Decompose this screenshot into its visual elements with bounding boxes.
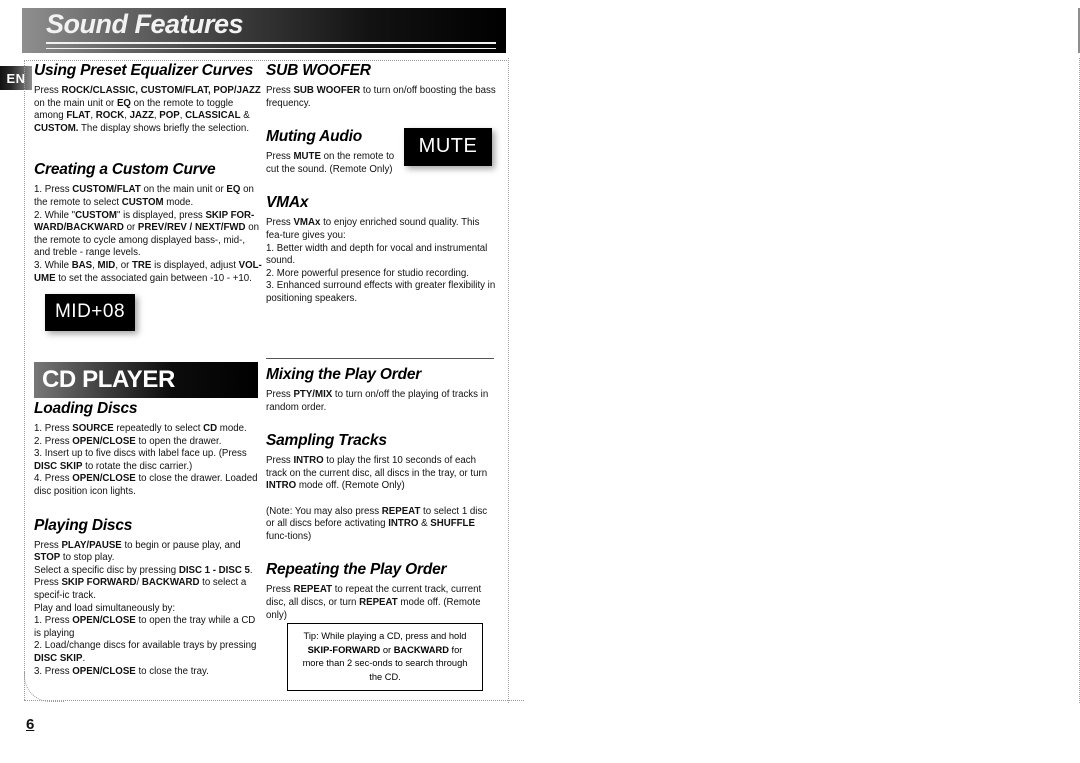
text-creating-a-custom-curve: 1. Press CUSTOM/FLAT on the main unit or… <box>34 184 262 284</box>
left-page: Sound Features EN Using Preset Equalizer… <box>0 0 528 763</box>
page-number-left: 6 <box>26 716 35 733</box>
heading-repeating-the-play-order: Repeating the Play Order <box>266 561 447 579</box>
heading-sampling-tracks: Sampling Tracks <box>266 432 387 450</box>
left-page-banner: Sound Features <box>22 8 506 53</box>
manual-spread: Sound Features EN Using Preset Equalizer… <box>0 0 1080 763</box>
text-sub-woofer: Press SUB WOOFER to turn on/off boosting… <box>266 85 496 109</box>
left-column-one: Using Preset Equalizer Curves Press ROCK… <box>34 62 262 295</box>
column-separator-rule <box>266 358 494 359</box>
section-heading-cd-player: CD PLAYER <box>34 362 258 398</box>
left-page-gutter-guide <box>508 58 509 703</box>
left-column-one-lower: Loading Discs 1. Press SOURCE repeatedly… <box>34 400 262 688</box>
text-using-preset-equalizer-curves: Press ROCK/CLASSIC, CUSTOM/FLAT, POP/JAZ… <box>34 85 261 134</box>
left-page-bottom-rule <box>24 700 524 701</box>
text-playing-discs: Press PLAY/PAUSE to begin or pause play,… <box>34 539 257 677</box>
left-column-two: SUB WOOFER Press SUB WOOFER to turn on/o… <box>266 62 498 316</box>
text-sampling-tracks: Press INTRO to play the first 10 seconds… <box>266 455 488 542</box>
lcd-display-mute: MUTE <box>404 128 492 166</box>
heading-using-preset-equalizer-curves: Using Preset Equalizer Curves <box>34 62 254 79</box>
text-repeating-the-play-order: Press REPEAT to repeat the current track… <box>266 584 482 621</box>
left-page-banner-title: Sound Features <box>46 9 244 39</box>
heading-mixing-the-play-order: Mixing the Play Order <box>266 366 422 383</box>
heading-creating-a-custom-curve: Creating a Custom Curve <box>34 161 216 179</box>
heading-playing-discs: Playing Discs <box>34 516 133 534</box>
right-page: CD Player EN Setting Up a CD Program You… <box>535 0 1080 763</box>
banner-rule-lower <box>46 48 496 49</box>
text-muting-audio: Press MUTE on the remote to cut the soun… <box>266 151 395 175</box>
left-column-two-lower: Mixing the Play Order Press PTY/MIX to t… <box>266 366 498 632</box>
text-vmax: Press VMAx to enjoy enriched sound quali… <box>266 217 496 304</box>
banner-rule-upper <box>46 42 496 44</box>
heading-vmax: VMAx <box>266 194 309 212</box>
text-loading-discs: 1. Press SOURCE repeatedly to select CD … <box>34 423 258 497</box>
heading-loading-discs: Loading Discs <box>34 400 138 417</box>
tip-box-search-through-cd: Tip: While playing a CD, press and hold … <box>287 623 483 691</box>
heading-sub-woofer: SUB WOOFER <box>266 62 371 79</box>
lcd-display-custom-curve: MID+08 <box>45 294 135 331</box>
text-mixing-the-play-order: Press PTY/MIX to turn on/off the playing… <box>266 389 489 413</box>
